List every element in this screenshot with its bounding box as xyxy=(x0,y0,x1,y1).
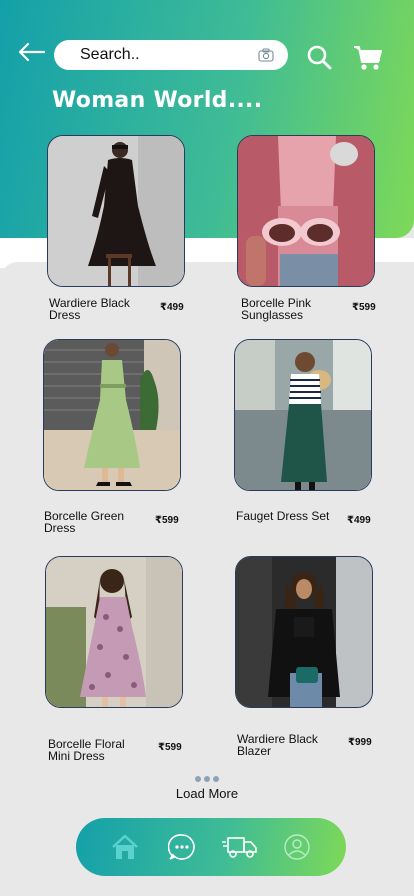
product-name: Borcelle Green Dress xyxy=(44,509,125,535)
home-icon xyxy=(111,834,138,859)
product-name: Borcelle Pink Sunglasses xyxy=(241,296,312,322)
product-name: Wardiere Black Dress xyxy=(49,296,130,322)
green-dress-photo xyxy=(44,340,180,490)
back-button[interactable] xyxy=(16,40,46,64)
woman-black-dress-photo xyxy=(48,136,184,286)
product-image[interactable] xyxy=(43,339,181,491)
nav-home[interactable] xyxy=(107,831,143,863)
product-card[interactable] xyxy=(235,556,373,708)
camera-icon[interactable] xyxy=(258,48,274,62)
product-price: ₹499 xyxy=(347,515,371,526)
product-image[interactable] xyxy=(45,556,183,708)
product-image[interactable] xyxy=(237,135,375,287)
product-card[interactable] xyxy=(45,556,183,708)
nav-chat[interactable] xyxy=(164,831,200,863)
profile-icon xyxy=(284,834,310,860)
load-more-label: Load More xyxy=(175,786,239,801)
load-more-button[interactable]: Load More xyxy=(0,776,414,801)
bottom-nav xyxy=(76,818,346,876)
product-price: ₹599 xyxy=(352,302,376,313)
product-card[interactable] xyxy=(237,135,375,287)
black-leather-jacket-photo xyxy=(236,557,372,707)
product-card[interactable] xyxy=(47,135,185,287)
delivery-truck-icon xyxy=(221,837,257,858)
product-card[interactable] xyxy=(43,339,181,491)
search-button[interactable] xyxy=(306,44,332,70)
nav-delivery[interactable] xyxy=(221,831,258,863)
cart-button[interactable] xyxy=(352,44,384,72)
pink-sunglasses-photo xyxy=(238,136,374,286)
striped-top-green-skirt-photo xyxy=(235,340,371,490)
product-price: ₹999 xyxy=(348,737,372,748)
nav-profile[interactable] xyxy=(279,831,315,863)
search-input[interactable] xyxy=(80,46,250,64)
chat-icon xyxy=(168,834,195,860)
search-bar[interactable] xyxy=(54,40,288,70)
product-image[interactable] xyxy=(47,135,185,287)
product-name: Fauget Dress Set xyxy=(236,509,330,523)
floral-mini-dress-photo xyxy=(46,557,182,707)
search-icon xyxy=(307,45,332,70)
product-name: Wardiere Black Blazer xyxy=(237,732,318,758)
more-dots-icon xyxy=(0,776,414,782)
product-image[interactable] xyxy=(234,339,372,491)
product-card[interactable] xyxy=(234,339,372,491)
arrow-left-icon xyxy=(18,42,46,62)
page-title: Woman World.... xyxy=(52,88,263,113)
product-image[interactable] xyxy=(235,556,373,708)
cart-icon xyxy=(354,46,382,70)
product-name: Borcelle Floral Mini Dress xyxy=(48,737,125,763)
